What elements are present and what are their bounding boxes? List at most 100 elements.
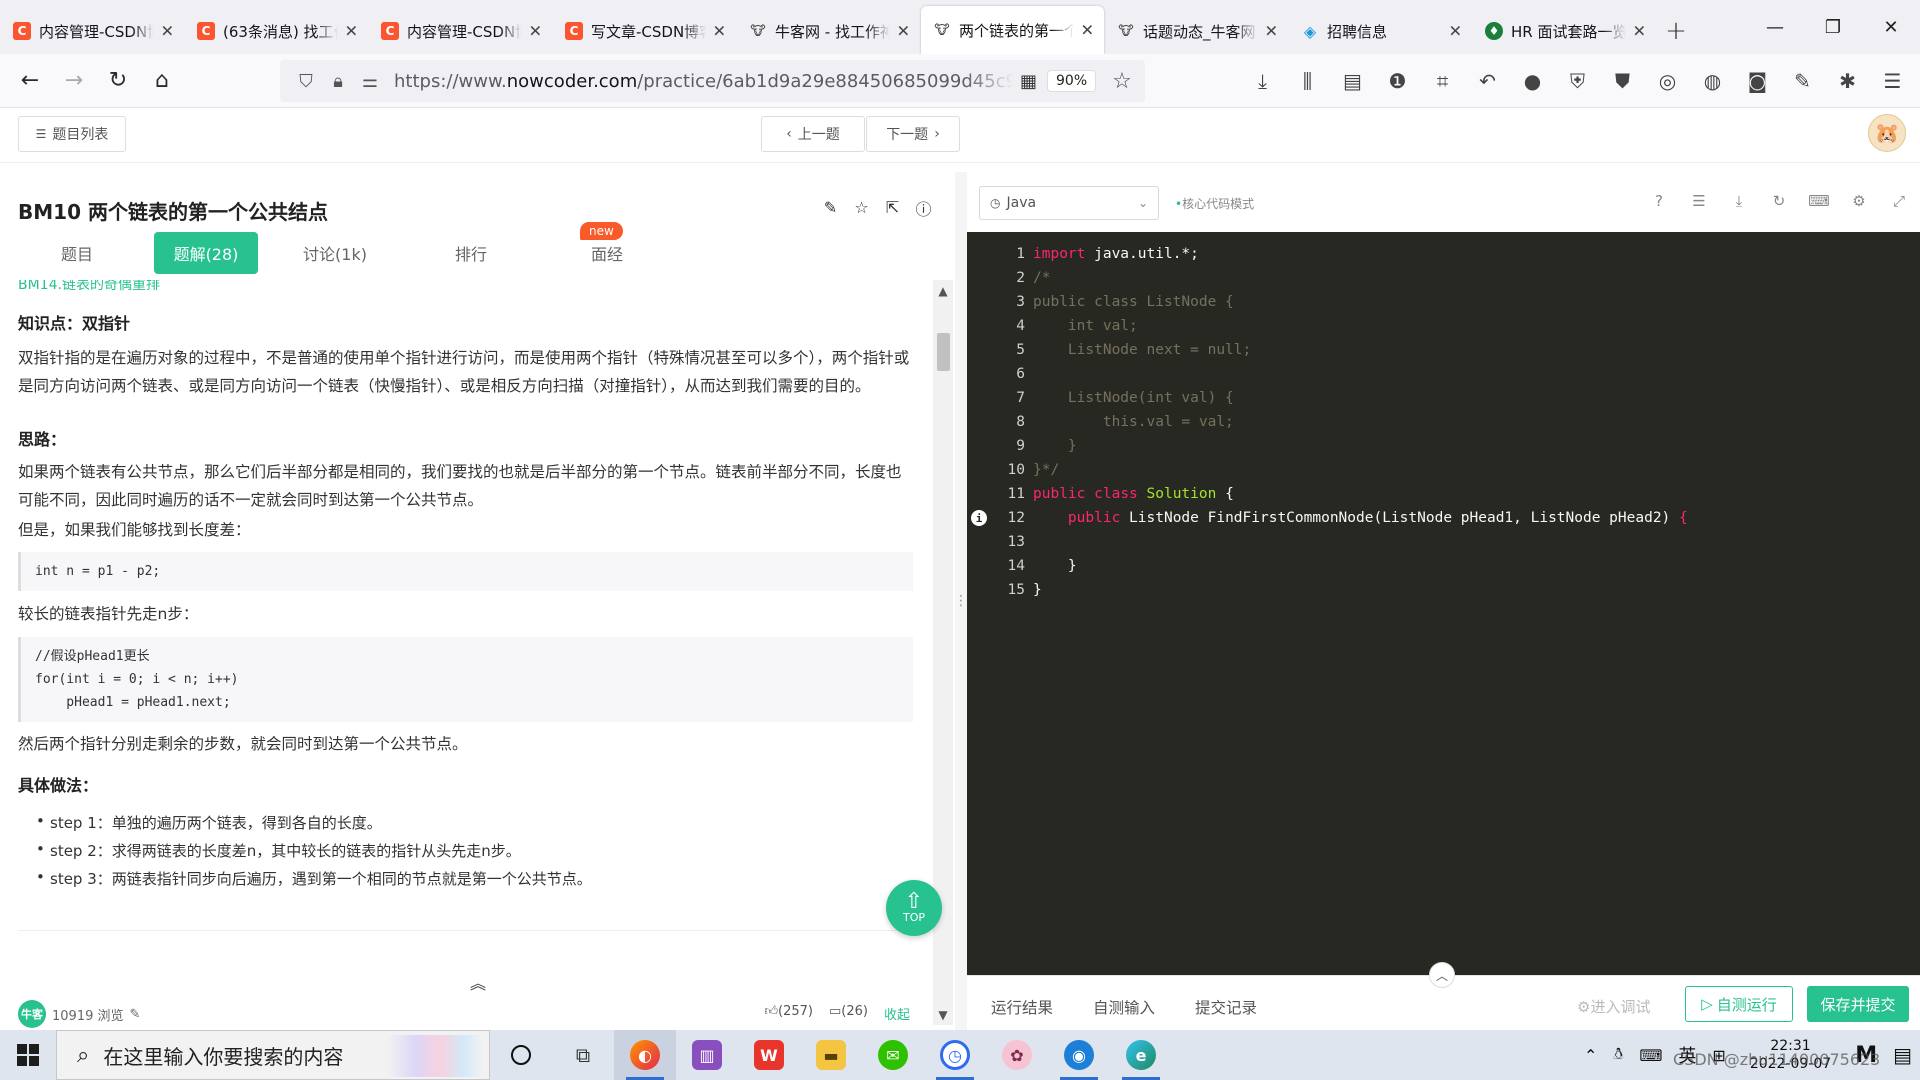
restore-icon[interactable]: ❐ <box>1804 0 1862 54</box>
language-select[interactable]: ◷ Java ⌄ <box>979 186 1159 220</box>
browser-app-icon[interactable]: ◉ <box>1048 1030 1110 1080</box>
new-tab-button[interactable]: + <box>1656 8 1696 54</box>
star-icon[interactable]: ☆ <box>852 198 871 217</box>
prev-problem-button[interactable]: ‹ 上一题 <box>761 116 865 152</box>
tab-run-result[interactable]: 运行结果 <box>991 996 1053 1018</box>
edit-icon[interactable]: ✎ <box>821 198 840 217</box>
color-extension-icon[interactable]: ● <box>1510 69 1555 93</box>
scrollbar-thumb[interactable] <box>937 333 950 371</box>
tab-submissions[interactable]: 提交记录 <box>1195 996 1257 1018</box>
browser-tab[interactable]: ◈ 招聘信息 ✕ <box>1289 8 1472 54</box>
tab-solutions[interactable]: 题解(28) <box>154 232 258 274</box>
forward-arrow-icon[interactable]: → <box>52 59 96 103</box>
list-icon[interactable]: ☰ <box>1690 192 1708 210</box>
library-icon[interactable]: ⫼ <box>1285 69 1330 93</box>
help-icon[interactable]: ? <box>1650 192 1668 210</box>
browser-tab[interactable]: C内容管理-CSDN博客✕ <box>369 8 552 54</box>
report-icon[interactable]: ⓘ <box>914 198 933 219</box>
author-avatar[interactable]: 牛客 <box>18 1000 46 1028</box>
cortana-icon[interactable] <box>490 1030 552 1080</box>
shield-icon[interactable]: ⛉ <box>290 71 322 92</box>
like-button[interactable]: 👍︎(257) <box>764 1004 813 1023</box>
close-icon[interactable]: ✕ <box>713 22 726 41</box>
browser-tab[interactable]: 🐮牛客网 - 找工作神器✕ <box>737 8 920 54</box>
panel-splitter[interactable]: ⋮ <box>954 172 968 1030</box>
browser-tab[interactable]: 🐮 话题动态_牛客网 ✕ <box>1105 8 1288 54</box>
wechat-icon[interactable]: ✉ <box>862 1030 924 1080</box>
meeting-app-icon[interactable]: ◷ <box>924 1030 986 1080</box>
file-explorer-icon[interactable]: ▬ <box>800 1030 862 1080</box>
close-icon[interactable]: ✕ <box>1449 22 1462 41</box>
permissions-icon[interactable]: ⚌ <box>354 71 386 92</box>
close-icon[interactable]: ✕ <box>1081 21 1094 40</box>
task-view-icon[interactable]: ⧉ <box>552 1030 614 1080</box>
code-editor[interactable]: 1 import java.util.*; 2/* 3 public class L… <box>967 232 1920 975</box>
run-button[interactable]: ▷ 自测运行 <box>1685 986 1793 1022</box>
browser-tab[interactable]: ♦ HR 面试套路一览 ✕ <box>1473 8 1656 54</box>
lock-icon[interactable]: 🔒︎ <box>322 71 354 92</box>
bookmark-star-icon[interactable]: ☆ <box>1112 69 1132 94</box>
url-bar[interactable]: ⛉ 🔒︎ ⚌ https://www.nowcoder.com/practice… <box>280 60 1145 102</box>
chevron-up-icon[interactable]: ︽ <box>470 970 486 994</box>
wps-icon[interactable]: W <box>738 1030 800 1080</box>
edge-icon[interactable]: e <box>1110 1030 1172 1080</box>
taskbar-search[interactable]: ⌕ 在这里输入你要搜索的内容 <box>56 1030 490 1080</box>
start-button[interactable] <box>0 1030 56 1080</box>
sidebar-icon[interactable]: ▤ <box>1330 69 1375 93</box>
zoom-level[interactable]: 90% <box>1047 70 1097 92</box>
winrar-icon[interactable]: ▥ <box>676 1030 738 1080</box>
notification-icon[interactable]: ▤ <box>1893 1043 1912 1067</box>
menu-icon[interactable]: ☰ <box>1870 69 1915 93</box>
problem-list-button[interactable]: ☰ 题目列表 <box>18 116 126 152</box>
browser-tab-active[interactable]: 🐮两个链表的第一个公共结点✕ <box>921 6 1104 54</box>
close-icon[interactable]: ✕ <box>161 22 174 41</box>
scroll-down-icon[interactable]: ▼ <box>933 1008 953 1022</box>
anime-app-icon[interactable]: ✿ <box>986 1030 1048 1080</box>
edit-extension-icon[interactable]: ✎ <box>1780 69 1825 93</box>
next-problem-button[interactable]: 下一题 › <box>866 116 960 152</box>
browser-tab[interactable]: C (63条消息) 找工作 ✕ <box>185 8 368 54</box>
home-icon[interactable]: ⌂ <box>140 59 184 103</box>
related-link[interactable]: BM14.链表的奇偶重排 <box>18 280 160 294</box>
fullscreen-icon[interactable]: ⤢ <box>1890 192 1908 210</box>
settings-gear-icon[interactable]: ⚙ <box>1850 192 1868 210</box>
crop-icon[interactable]: ⌗ <box>1420 69 1465 93</box>
undo-icon[interactable]: ↶ <box>1465 69 1510 93</box>
download-icon[interactable]: ⤓ <box>1730 192 1748 210</box>
comment-button[interactable]: ▭(26) <box>829 1004 868 1023</box>
password-manager-icon[interactable]: ❶ <box>1375 69 1420 93</box>
collapse-button[interactable]: 收起 <box>884 1004 910 1023</box>
expand-results-icon[interactable]: ︿ <box>1429 962 1455 988</box>
reload-icon[interactable]: ↻ <box>96 59 140 103</box>
shield-extension-icon[interactable]: ⛨ <box>1555 69 1600 93</box>
qq-icon[interactable]: 🐧︎ <box>1613 1044 1623 1066</box>
back-to-top-button[interactable]: ⇧ TOP <box>886 880 942 936</box>
download-icon[interactable]: ⤓ <box>1240 69 1285 93</box>
mask-extension-icon[interactable]: ◙ <box>1735 69 1780 93</box>
keyboard-icon[interactable]: ⌨ <box>1808 192 1830 210</box>
tab-ranking[interactable]: 排行 <box>412 232 530 274</box>
tab-custom-input[interactable]: 自测输入 <box>1093 996 1155 1018</box>
submit-button[interactable]: 保存并提交 <box>1807 986 1909 1022</box>
qr-code-icon[interactable]: ▦ <box>1020 71 1037 92</box>
close-window-icon[interactable]: ✕ <box>1862 0 1920 54</box>
info-icon[interactable]: i <box>971 510 987 526</box>
browser-tab[interactable]: C 写文章-CSDN博客 ✕ <box>553 8 736 54</box>
debug-button[interactable]: ⚙进入调试 <box>1577 996 1650 1017</box>
minimize-icon[interactable]: — <box>1746 0 1804 54</box>
ublock-icon[interactable]: ⛊ <box>1600 69 1645 93</box>
firefox-icon[interactable]: ◐ <box>614 1030 676 1080</box>
url-text[interactable]: https://www.nowcoder.com/practice/6ab1d9… <box>394 71 1014 92</box>
close-icon[interactable]: ✕ <box>529 22 542 41</box>
chevron-up-icon[interactable]: ⌃ <box>1584 1046 1597 1065</box>
edit-note-icon[interactable]: ✎ <box>130 1007 141 1022</box>
close-icon[interactable]: ✕ <box>1265 22 1278 41</box>
reset-icon[interactable]: ↻ <box>1770 192 1788 210</box>
browser-tab[interactable]: C内容管理-CSDN博客✕ <box>1 8 184 54</box>
sync-extension-icon[interactable]: ◎ <box>1645 69 1690 93</box>
close-icon[interactable]: ✕ <box>1633 22 1646 41</box>
close-icon[interactable]: ✕ <box>897 22 910 41</box>
gear-extension-icon[interactable]: ✱ <box>1825 69 1870 93</box>
keyboard-icon[interactable]: ⌨ <box>1639 1046 1662 1065</box>
tab-problem[interactable]: 题目 <box>18 232 136 274</box>
